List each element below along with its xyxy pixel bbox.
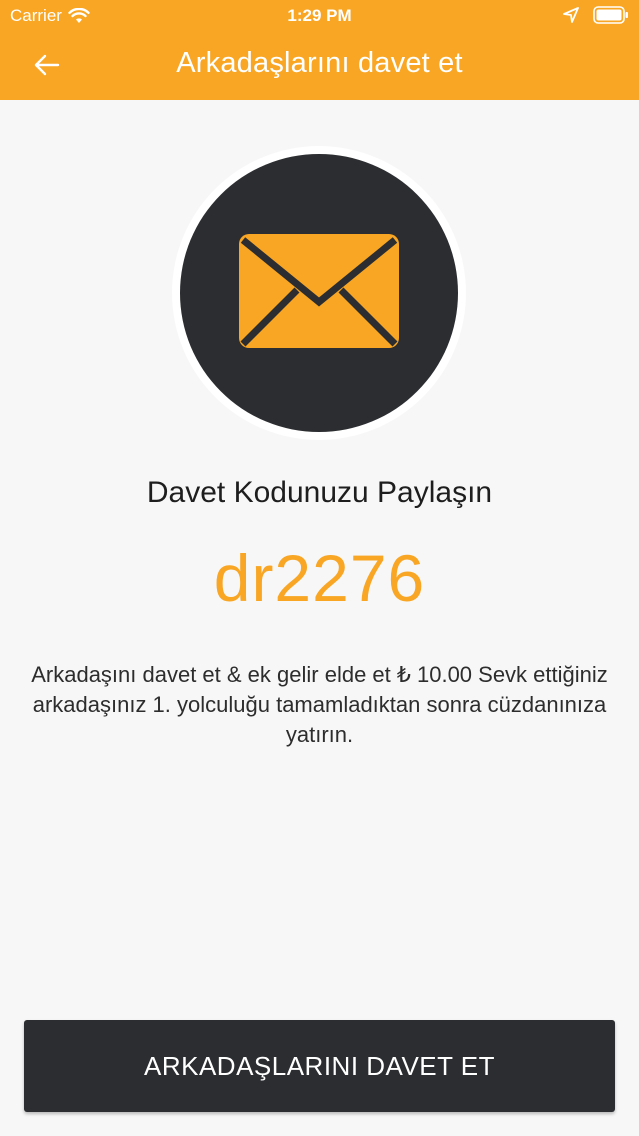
status-bar: Carrier 1:29 PM	[0, 0, 639, 34]
envelope-badge-inner	[180, 154, 458, 432]
battery-icon	[593, 6, 629, 24]
invite-friends-screen: Carrier 1:29 PM Arkadaşlarını davet et D…	[0, 0, 639, 1136]
page-title: Arkadaşlarını davet et	[176, 47, 463, 79]
header: Carrier 1:29 PM Arkadaşlarını davet et	[0, 0, 639, 100]
location-icon	[563, 7, 579, 23]
status-icons	[563, 6, 629, 24]
envelope-icon	[237, 232, 401, 355]
referral-description: Arkadaşını davet et & ek gelir elde et ₺…	[31, 662, 608, 747]
navigation-bar: Arkadaşlarını davet et	[0, 34, 639, 100]
invite-code: dr2276	[213, 541, 426, 615]
status-time: 1:29 PM	[287, 6, 352, 25]
invite-friends-button[interactable]: ARKADAŞLARINI DAVET ET	[24, 1020, 615, 1112]
invite-friends-button-label: ARKADAŞLARINI DAVET ET	[143, 1050, 496, 1081]
share-code-heading: Davet Kodunuzu Paylaşın	[146, 476, 493, 509]
envelope-badge	[172, 146, 466, 440]
